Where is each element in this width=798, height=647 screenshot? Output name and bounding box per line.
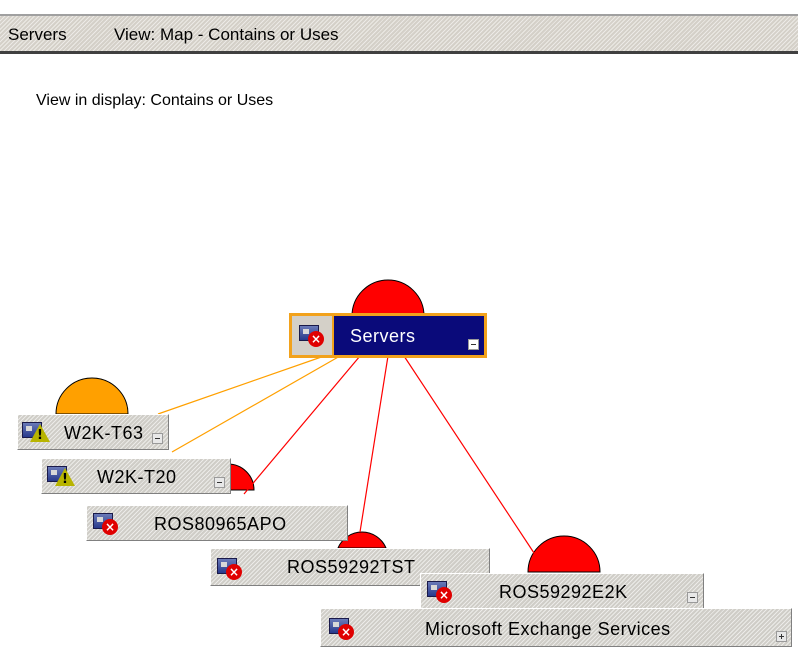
computer-critical-icon: ×	[217, 556, 243, 580]
node-servers[interactable]: × Servers	[289, 313, 487, 358]
server-group-icon: ×	[299, 323, 325, 347]
node-ros59292e2k[interactable]: × ROS59292E2K	[420, 573, 704, 609]
computer-critical-icon: ×	[427, 579, 453, 603]
expand-icon[interactable]	[776, 631, 787, 642]
node-w2k-t20[interactable]: W2K-T20	[41, 458, 231, 494]
node-ros80965apo[interactable]: × ROS80965APO	[86, 505, 348, 541]
service-critical-icon: ×	[329, 616, 355, 640]
node-microsoft-exchange-services[interactable]: × Microsoft Exchange Services	[320, 608, 792, 647]
computer-critical-icon: ×	[93, 511, 119, 535]
status-dome-servers	[351, 279, 425, 317]
computer-warning-icon	[22, 420, 50, 444]
node-label: ROS59292TST	[287, 557, 416, 577]
node-label: W2K-T20	[97, 467, 177, 487]
link-to-w2k-t20	[171, 355, 341, 453]
node-label: Servers	[350, 326, 416, 346]
status-dome-ros59292e2k	[527, 535, 601, 573]
collapse-icon[interactable]	[687, 592, 698, 603]
link-to-w2k-t63	[157, 353, 331, 415]
collapse-icon[interactable]	[152, 433, 163, 444]
collapse-icon[interactable]	[214, 477, 225, 488]
link-to-ros80965apo	[243, 355, 361, 495]
status-dome-w2k-t63	[55, 377, 129, 415]
link-to-ros59292tst	[359, 355, 389, 533]
node-label: ROS80965APO	[154, 514, 287, 534]
computer-warning-icon	[47, 464, 75, 488]
link-to-ros59292e2k	[403, 355, 537, 557]
node-label: ROS59292E2K	[499, 582, 628, 602]
node-label: Microsoft Exchange Services	[425, 619, 671, 639]
collapse-icon[interactable]	[468, 339, 479, 350]
node-w2k-t63[interactable]: W2K-T63	[17, 414, 169, 450]
node-label: W2K-T63	[64, 423, 144, 443]
